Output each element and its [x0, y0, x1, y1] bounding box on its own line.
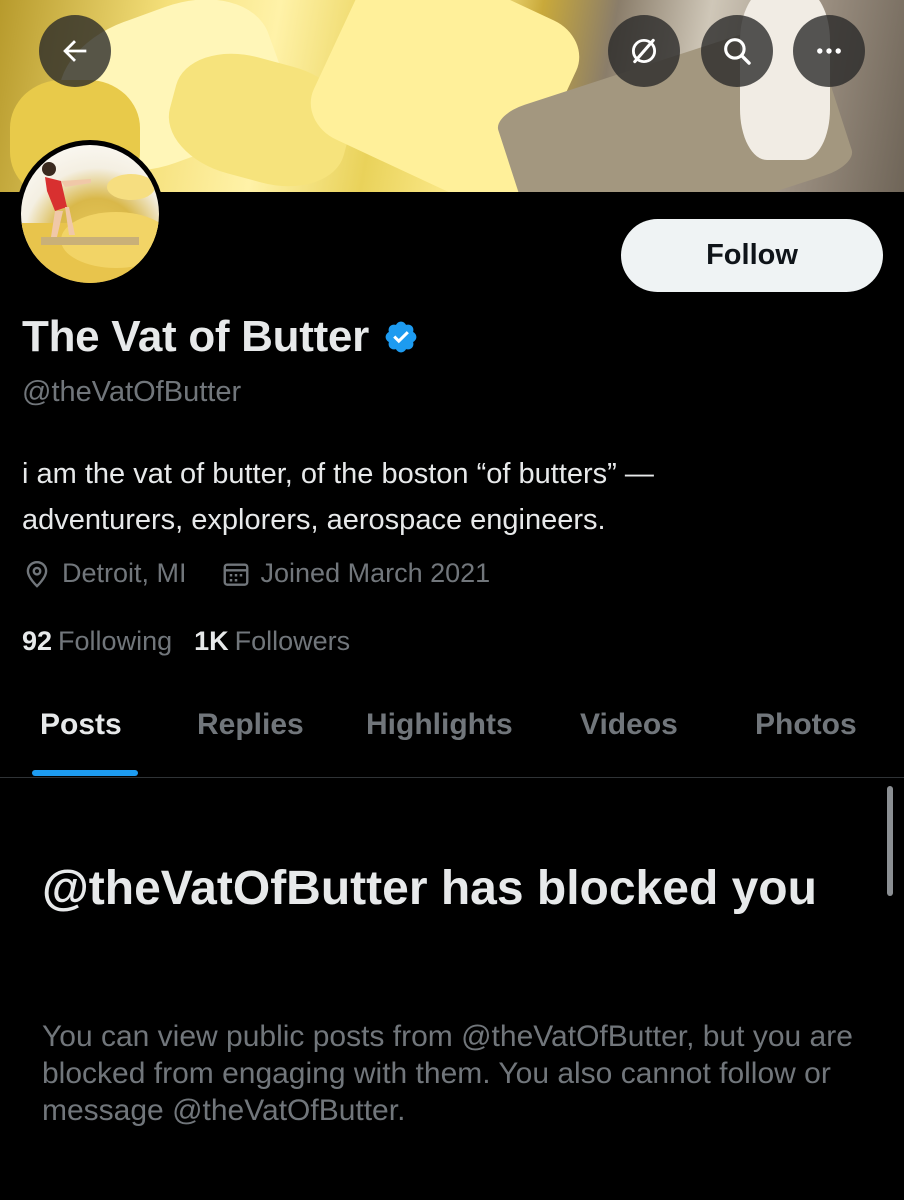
following-link[interactable]: 92 Following: [22, 626, 172, 657]
more-button[interactable]: [793, 15, 865, 87]
blocked-title: @theVatOfButter has blocked you: [42, 862, 817, 915]
following-count: 92: [22, 626, 53, 656]
followers-link[interactable]: 1K Followers: [194, 626, 350, 657]
search-icon: [724, 38, 751, 65]
tab-replies[interactable]: Replies: [197, 708, 304, 742]
user-handle: @theVatOfButter: [22, 376, 242, 408]
followers-count: 1K: [194, 626, 229, 656]
calendar-icon: [223, 562, 248, 586]
search-button[interactable]: [701, 15, 773, 87]
location-text: Detroit, MI: [62, 558, 187, 588]
follow-button[interactable]: Follow: [621, 219, 883, 292]
followers-label: Followers: [234, 626, 351, 656]
location-pin-icon: [26, 560, 48, 588]
bio-line: adventurers, explorers, aerospace engine…: [22, 504, 606, 536]
tab-videos[interactable]: Videos: [580, 708, 678, 742]
profile-bio: i am the vat of butter, of the boston “o…: [22, 451, 882, 543]
join-date: Joined March 2021: [221, 558, 491, 589]
profile-meta: Detroit, MI Joined March 2021: [22, 558, 524, 589]
tab-posts[interactable]: Posts: [40, 708, 122, 742]
profile-avatar[interactable]: [16, 140, 164, 288]
blocked-message: You can view public posts from @theVatOf…: [42, 1020, 853, 1127]
follow-stats: 92 Following 1K Followers: [22, 626, 372, 657]
verified-badge-icon[interactable]: [383, 319, 419, 355]
following-label: Following: [58, 626, 173, 656]
grok-button[interactable]: [608, 15, 680, 87]
active-tab-indicator: [32, 770, 138, 776]
arrow-left-icon: [63, 40, 87, 62]
bio-line: i am the vat of butter, of the boston “o…: [22, 458, 654, 490]
location: Detroit, MI: [22, 558, 187, 589]
back-button[interactable]: [39, 15, 111, 87]
tab-highlights[interactable]: Highlights: [366, 708, 513, 742]
name-row: The Vat of Butter: [22, 312, 419, 362]
tab-photos[interactable]: Photos: [755, 708, 857, 742]
profile-tabs: Posts Replies Highlights Videos Photos: [0, 690, 904, 778]
display-name: The Vat of Butter: [22, 312, 369, 361]
join-date-text: Joined March 2021: [260, 558, 491, 588]
avatar-image: [21, 145, 159, 283]
more-icon: [817, 48, 841, 54]
scrollbar[interactable]: [887, 786, 893, 896]
slash-circle-icon: [631, 38, 657, 64]
